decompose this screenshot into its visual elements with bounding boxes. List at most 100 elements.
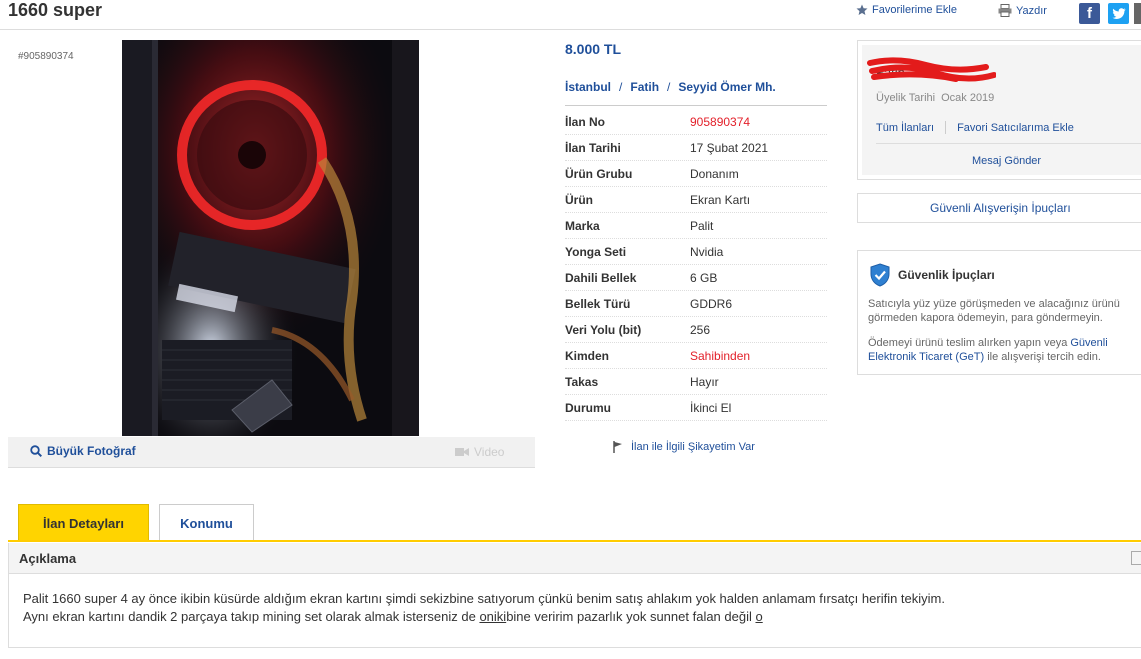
send-message-button[interactable]: Mesaj Gönder [972, 155, 1041, 167]
location-city[interactable]: İstanbul [565, 80, 611, 94]
detail-label: Durumu [565, 400, 611, 415]
all-listings-link[interactable]: Tüm İlanları [876, 122, 934, 134]
detail-row: Dahili Bellek 6 GB [565, 265, 827, 291]
location-breadcrumb: İstanbul / Fatih / Seyyid Ömer Mh. [565, 80, 776, 94]
video-camera-icon [455, 448, 469, 456]
detail-row: Veri Yolu (bit) 256 [565, 317, 827, 343]
detail-row: İlan No 905890374 [565, 109, 827, 135]
detail-row: Yonga Seti Nvidia [565, 239, 827, 265]
member-since: Üyelik Tarihi Ocak 2019 [876, 92, 994, 104]
report-listing-link[interactable]: İlan ile İlgili Şikayetim Var [613, 441, 755, 453]
breadcrumb-separator: / [667, 80, 671, 94]
print-label: Yazdır [1016, 4, 1047, 17]
add-favorite-button[interactable]: Favorilerime Ekle [856, 4, 957, 16]
magnifier-icon [30, 445, 42, 457]
description-line-2: Aynı ekran kartını dandik 2 parçaya takı… [23, 608, 1127, 626]
report-listing-label: İlan ile İlgili Şikayetim Var [631, 441, 755, 453]
big-photo-label: Büyük Fotoğraf [47, 444, 136, 458]
video-button: Video [455, 445, 504, 459]
location-divider [565, 105, 827, 106]
listing-price: 8.000 TL [565, 41, 622, 57]
add-favorite-label: Favorilerime Ekle [872, 4, 957, 16]
member-since-value: Ocak 2019 [941, 92, 995, 104]
detail-row: Ürün Ekran Kartı [565, 187, 827, 213]
detail-row: Marka Palit [565, 213, 827, 239]
security-tips-title: Güvenlik İpuçları [870, 263, 995, 287]
detail-value: Donanım [690, 166, 739, 181]
detail-label: Ürün [565, 192, 593, 207]
description-underlined-word: oniki [479, 609, 507, 624]
description-body: Palit 1660 super 4 ay önce ikibin küsürd… [8, 574, 1141, 648]
detail-row: Takas Hayır [565, 369, 827, 395]
description-title: Açıklama [19, 551, 77, 566]
link-divider [945, 121, 947, 134]
detail-label: İlan No [565, 114, 606, 129]
expand-icon[interactable] [1131, 551, 1141, 565]
safe-shopping-tips-link[interactable]: Güvenli Alışverişin İpuçları [857, 193, 1141, 223]
facebook-icon: f [1087, 5, 1092, 22]
video-label: Video [474, 445, 505, 459]
detail-label: Yonga Seti [565, 244, 627, 259]
detail-value: Hayır [690, 374, 719, 389]
detail-value: Nvidia [690, 244, 724, 259]
detail-row: Bellek Türü GDDR6 [565, 291, 827, 317]
listing-id-small: #905890374 [18, 51, 74, 62]
description-line-2-end: o [755, 609, 763, 624]
seller-links: Tüm İlanları Favori Satıcılarıma Ekle [876, 121, 1074, 134]
security-tip-1: Satıcıyla yüz yüze görüşmeden ve alacağı… [868, 298, 1120, 324]
printer-icon [998, 4, 1012, 17]
detail-value: Ekran Kartı [690, 192, 751, 207]
listing-photo[interactable] [122, 40, 419, 436]
detail-value: GDDR6 [690, 296, 733, 311]
detail-label: Marka [565, 218, 600, 233]
star-icon [856, 4, 868, 15]
detail-label: Bellek Türü [565, 296, 631, 311]
twitter-share-button[interactable]: t [1108, 3, 1129, 24]
member-since-label: Üyelik Tarihi [876, 92, 936, 104]
tab-location[interactable]: Konumu [159, 504, 254, 541]
page-title: 1660 super [8, 0, 103, 20]
big-photo-button[interactable]: Büyük Fotoğraf [30, 444, 136, 458]
twitter-icon [1112, 7, 1126, 19]
description-line-2-after: bine veririm pazarlık yok sunnet falan d… [506, 609, 756, 624]
safe-shopping-label: Güvenli Alışverişin İpuçları [930, 201, 1071, 215]
detail-label: Kimden [565, 348, 610, 363]
photo-toolbar: Büyük Fotoğraf Video [8, 437, 535, 468]
security-tip-2: Ödemeyi ürünü teslim alırken yapın veya … [868, 336, 1141, 364]
tabs-underline [8, 540, 1141, 542]
facebook-share-button[interactable]: f [1079, 3, 1100, 24]
detail-label: Veri Yolu (bit) [565, 322, 642, 337]
detail-value: 6 GB [690, 270, 718, 285]
seller-card-inner: Fatih ...bec Üyelik Tarihi Ocak 2019 Tüm … [862, 45, 1141, 175]
breadcrumb-separator: / [619, 80, 623, 94]
location-district[interactable]: Fatih [630, 80, 659, 94]
detail-value: 17 Şubat 2021 [690, 140, 769, 155]
location-neighborhood[interactable]: Seyyid Ömer Mh. [678, 80, 775, 94]
detail-label: Ürün Grubu [565, 166, 633, 181]
tab-listing-details[interactable]: İlan Detayları [18, 504, 149, 541]
seller-divider [876, 143, 1141, 144]
listing-tabs: İlan Detayları Konumu [18, 504, 254, 541]
detail-row: Durumu İkinci El [565, 395, 827, 421]
detail-value: Palit [690, 218, 714, 233]
security-tip-2-prefix: Ödemeyi ürünü teslim alırken yapın veya [868, 337, 1071, 349]
detail-row: Ürün Grubu Donanım [565, 161, 827, 187]
seller-card: Fatih ...bec Üyelik Tarihi Ocak 2019 Tüm … [857, 40, 1141, 180]
add-favorite-seller-link[interactable]: Favori Satıcılarıma Ekle [957, 122, 1074, 134]
more-share-button[interactable] [1134, 3, 1141, 24]
description-line-1: Palit 1660 super 4 ay önce ikibin küsürd… [23, 591, 945, 606]
description-header: Açıklama [8, 543, 1141, 574]
detail-label: Takas [565, 374, 599, 389]
redaction-scribble-icon [867, 57, 996, 82]
security-tips-box: Güvenlik İpuçları Satıcıyla yüz yüze gör… [857, 250, 1141, 375]
detail-row: İlan Tarihi 17 Şubat 2021 [565, 135, 827, 161]
pc-case-photo-image [122, 40, 419, 436]
detail-row: Kimden Sahibinden [565, 343, 827, 369]
print-button[interactable]: Yazdır [998, 4, 1047, 17]
detail-value: Sahibinden [690, 348, 751, 363]
detail-value: 905890374 [690, 114, 751, 129]
detail-label: İlan Tarihi [565, 140, 621, 155]
shield-check-icon [870, 263, 890, 287]
security-tips-heading: Güvenlik İpuçları [898, 268, 995, 282]
title-divider [0, 29, 1141, 30]
